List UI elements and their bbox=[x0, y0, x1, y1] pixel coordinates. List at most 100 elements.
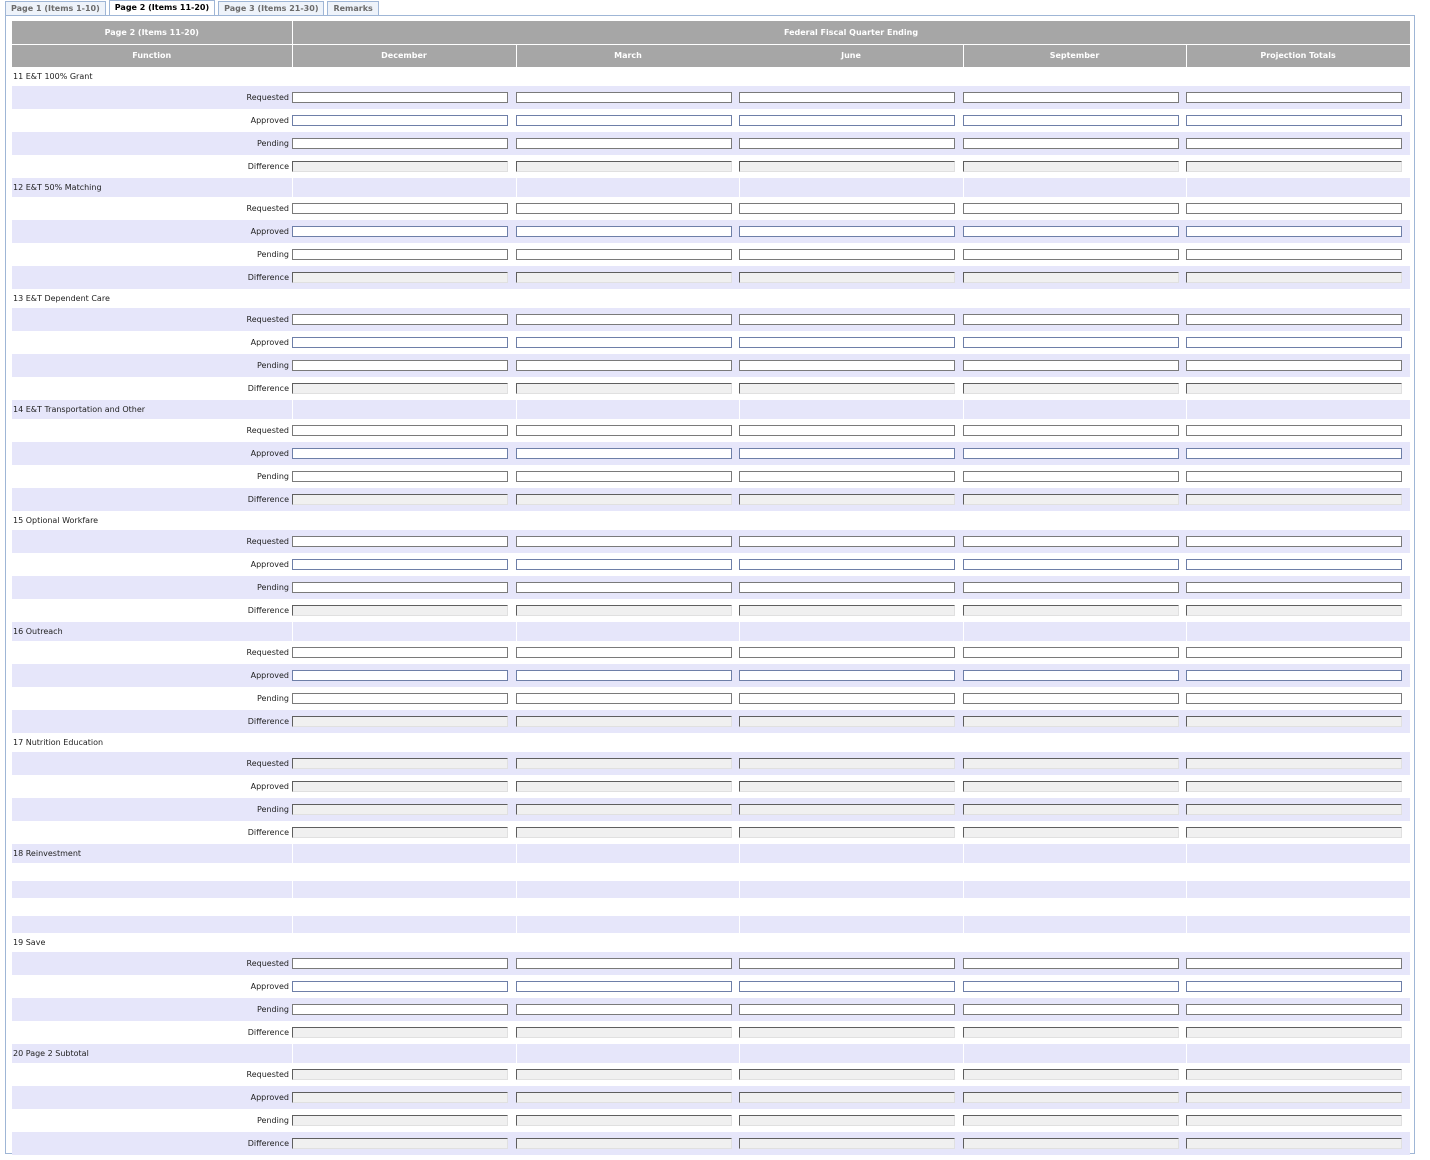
march-pending-field[interactable] bbox=[516, 249, 732, 260]
projection-totals-approved-field[interactable] bbox=[1186, 448, 1402, 459]
projection-totals-pending-field[interactable] bbox=[1186, 693, 1402, 704]
december-approved-field[interactable] bbox=[292, 559, 508, 570]
december-pending-field[interactable] bbox=[292, 693, 508, 704]
march-approved-field[interactable] bbox=[516, 448, 732, 459]
december-pending-field[interactable] bbox=[292, 1004, 508, 1016]
june-pending-field[interactable] bbox=[739, 1004, 955, 1016]
december-approved-field[interactable] bbox=[292, 337, 508, 348]
march-requested-field[interactable] bbox=[516, 92, 732, 103]
june-pending-field[interactable] bbox=[739, 693, 955, 704]
june-requested-field[interactable] bbox=[739, 425, 955, 436]
june-approved-field[interactable] bbox=[739, 115, 955, 126]
september-requested-field[interactable] bbox=[963, 958, 1179, 970]
march-requested-field[interactable] bbox=[516, 536, 732, 547]
june-requested-field[interactable] bbox=[739, 203, 955, 214]
june-requested-field[interactable] bbox=[739, 958, 955, 970]
september-approved-field[interactable] bbox=[963, 981, 1179, 993]
projection-totals-requested-field[interactable] bbox=[1186, 425, 1402, 436]
december-pending-field[interactable] bbox=[292, 360, 508, 371]
projection-totals-pending-field[interactable] bbox=[1186, 249, 1402, 260]
september-approved-field[interactable] bbox=[963, 448, 1179, 459]
december-pending-field[interactable] bbox=[292, 471, 508, 482]
march-approved-field[interactable] bbox=[516, 226, 732, 237]
projection-totals-approved-field[interactable] bbox=[1186, 115, 1402, 126]
june-approved-field[interactable] bbox=[739, 981, 955, 993]
june-approved-field[interactable] bbox=[739, 226, 955, 237]
december-approved-field[interactable] bbox=[292, 226, 508, 237]
projection-totals-approved-field[interactable] bbox=[1186, 559, 1402, 570]
march-pending-field[interactable] bbox=[516, 138, 732, 149]
june-approved-field[interactable] bbox=[739, 559, 955, 570]
december-pending-field[interactable] bbox=[292, 138, 508, 149]
december-approved-field[interactable] bbox=[292, 448, 508, 459]
september-approved-field[interactable] bbox=[963, 670, 1179, 681]
projection-totals-requested-field[interactable] bbox=[1186, 958, 1402, 970]
september-requested-field[interactable] bbox=[963, 647, 1179, 658]
september-requested-field[interactable] bbox=[963, 314, 1179, 325]
march-approved-field[interactable] bbox=[516, 115, 732, 126]
march-approved-field[interactable] bbox=[516, 981, 732, 993]
september-approved-field[interactable] bbox=[963, 226, 1179, 237]
september-pending-field[interactable] bbox=[963, 360, 1179, 371]
projection-totals-approved-field[interactable] bbox=[1186, 981, 1402, 993]
march-pending-field[interactable] bbox=[516, 471, 732, 482]
tab-page-3[interactable]: Page 3 (Items 21-30) bbox=[218, 1, 325, 16]
december-pending-field[interactable] bbox=[292, 582, 508, 593]
june-requested-field[interactable] bbox=[739, 647, 955, 658]
projection-totals-pending-field[interactable] bbox=[1186, 471, 1402, 482]
september-pending-field[interactable] bbox=[963, 249, 1179, 260]
projection-totals-requested-field[interactable] bbox=[1186, 536, 1402, 547]
march-pending-field[interactable] bbox=[516, 1004, 732, 1016]
june-requested-field[interactable] bbox=[739, 92, 955, 103]
march-requested-field[interactable] bbox=[516, 203, 732, 214]
june-pending-field[interactable] bbox=[739, 582, 955, 593]
december-requested-field[interactable] bbox=[292, 536, 508, 547]
tab-page-1[interactable]: Page 1 (Items 1-10) bbox=[5, 1, 106, 16]
december-approved-field[interactable] bbox=[292, 981, 508, 993]
december-approved-field[interactable] bbox=[292, 115, 508, 126]
september-pending-field[interactable] bbox=[963, 138, 1179, 149]
projection-totals-approved-field[interactable] bbox=[1186, 226, 1402, 237]
september-approved-field[interactable] bbox=[963, 559, 1179, 570]
projection-totals-requested-field[interactable] bbox=[1186, 314, 1402, 325]
december-requested-field[interactable] bbox=[292, 92, 508, 103]
december-requested-field[interactable] bbox=[292, 314, 508, 325]
september-approved-field[interactable] bbox=[963, 337, 1179, 348]
december-requested-field[interactable] bbox=[292, 425, 508, 436]
june-requested-field[interactable] bbox=[739, 536, 955, 547]
tab-page-4[interactable]: Remarks bbox=[327, 1, 379, 16]
projection-totals-requested-field[interactable] bbox=[1186, 647, 1402, 658]
march-requested-field[interactable] bbox=[516, 647, 732, 658]
december-requested-field[interactable] bbox=[292, 958, 508, 970]
march-pending-field[interactable] bbox=[516, 360, 732, 371]
projection-totals-pending-field[interactable] bbox=[1186, 1004, 1402, 1016]
june-pending-field[interactable] bbox=[739, 138, 955, 149]
june-pending-field[interactable] bbox=[739, 249, 955, 260]
june-approved-field[interactable] bbox=[739, 448, 955, 459]
december-requested-field[interactable] bbox=[292, 203, 508, 214]
projection-totals-pending-field[interactable] bbox=[1186, 582, 1402, 593]
june-pending-field[interactable] bbox=[739, 360, 955, 371]
projection-totals-pending-field[interactable] bbox=[1186, 360, 1402, 371]
march-requested-field[interactable] bbox=[516, 425, 732, 436]
september-approved-field[interactable] bbox=[963, 115, 1179, 126]
december-pending-field[interactable] bbox=[292, 249, 508, 260]
september-requested-field[interactable] bbox=[963, 536, 1179, 547]
projection-totals-approved-field[interactable] bbox=[1186, 337, 1402, 348]
september-pending-field[interactable] bbox=[963, 1004, 1179, 1016]
december-approved-field[interactable] bbox=[292, 670, 508, 681]
june-approved-field[interactable] bbox=[739, 670, 955, 681]
projection-totals-requested-field[interactable] bbox=[1186, 203, 1402, 214]
september-requested-field[interactable] bbox=[963, 92, 1179, 103]
september-pending-field[interactable] bbox=[963, 582, 1179, 593]
march-requested-field[interactable] bbox=[516, 314, 732, 325]
september-pending-field[interactable] bbox=[963, 693, 1179, 704]
june-approved-field[interactable] bbox=[739, 337, 955, 348]
september-pending-field[interactable] bbox=[963, 471, 1179, 482]
march-approved-field[interactable] bbox=[516, 559, 732, 570]
march-pending-field[interactable] bbox=[516, 693, 732, 704]
june-pending-field[interactable] bbox=[739, 471, 955, 482]
projection-totals-approved-field[interactable] bbox=[1186, 670, 1402, 681]
september-requested-field[interactable] bbox=[963, 203, 1179, 214]
december-requested-field[interactable] bbox=[292, 647, 508, 658]
